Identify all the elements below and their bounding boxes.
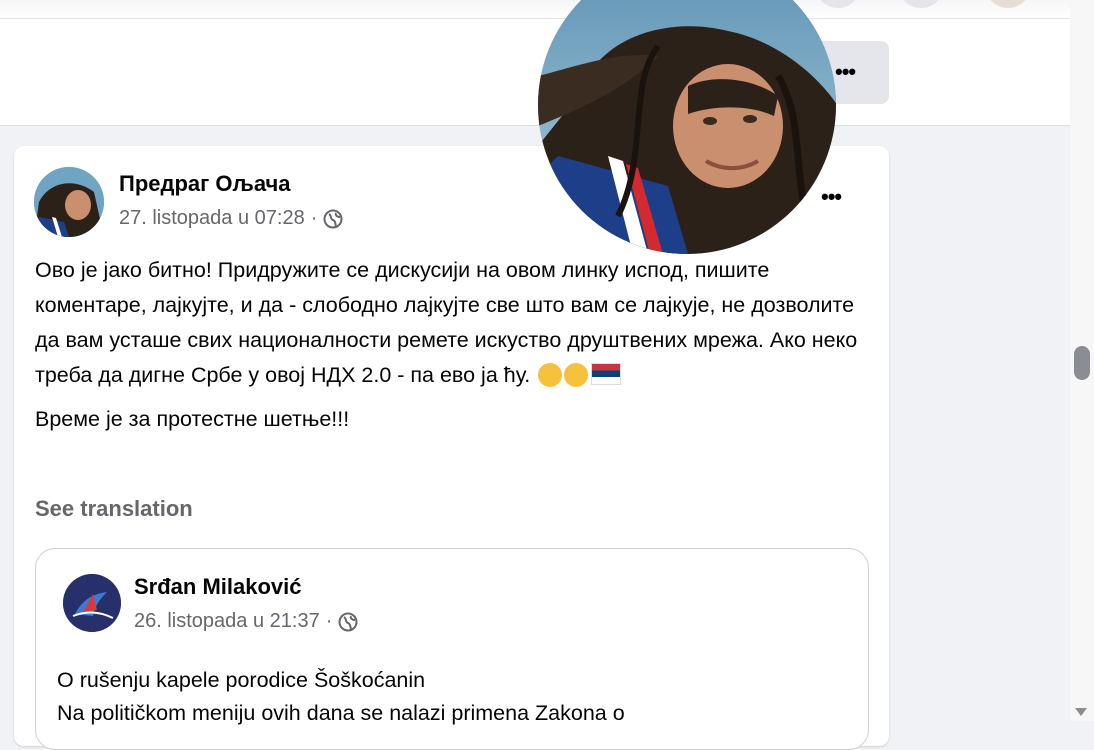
scrollbar-thumb[interactable] (1074, 346, 1090, 380)
post-body: Ово је јако битно! Придружите се дискуси… (35, 253, 865, 437)
post-options-icon[interactable]: ••• (821, 186, 842, 208)
meta-separator: · (325, 610, 333, 632)
globe-icon[interactable] (338, 612, 358, 632)
globe-icon[interactable] (323, 209, 343, 229)
smirk-emoji-icon (538, 363, 563, 387)
post-paragraph: Време је за протестне шетње!!! (35, 407, 350, 431)
shared-post-author-name[interactable]: Srđan Milaković (134, 574, 302, 600)
post-paragraph-text: Ово је јако битно! Придружите се дискуси… (35, 258, 858, 387)
author-avatar-image (34, 167, 104, 237)
shared-post-line: Na političkom meniju ovih dana se nalazi… (57, 701, 625, 725)
shared-author-avatar[interactable] (63, 574, 121, 632)
post-timestamp[interactable]: 27. listopada u 07:28 (119, 207, 305, 230)
shared-author-logo-icon (63, 574, 121, 632)
post-meta: 27. listopada u 07:28 · (119, 207, 343, 230)
more-options-icon: ••• (835, 59, 856, 84)
grin-emoji-icon (564, 363, 589, 387)
see-translation-link[interactable]: See translation (35, 496, 193, 522)
scroll-down-arrow-icon[interactable] (1075, 708, 1087, 716)
header-divider (0, 18, 1070, 19)
author-avatar[interactable] (34, 167, 104, 237)
shared-post-line: O rušenju kapele porodice Šoškoćanin (57, 668, 426, 692)
shared-post-timestamp[interactable]: 26. listopada u 21:37 (134, 610, 320, 633)
serbia-flag-icon (591, 363, 622, 385)
post-author-name[interactable]: Предраг Ољача (119, 171, 291, 197)
profile-header: ••• (0, 0, 1070, 126)
shared-post-body: O rušenju kapele porodice Šoškoćanin Na … (57, 664, 857, 730)
meta-separator: · (310, 207, 318, 229)
shared-post-meta: 26. listopada u 21:37 · (134, 610, 358, 633)
post-paragraph: Ово је јако битно! Придружите се дискуси… (35, 253, 865, 393)
